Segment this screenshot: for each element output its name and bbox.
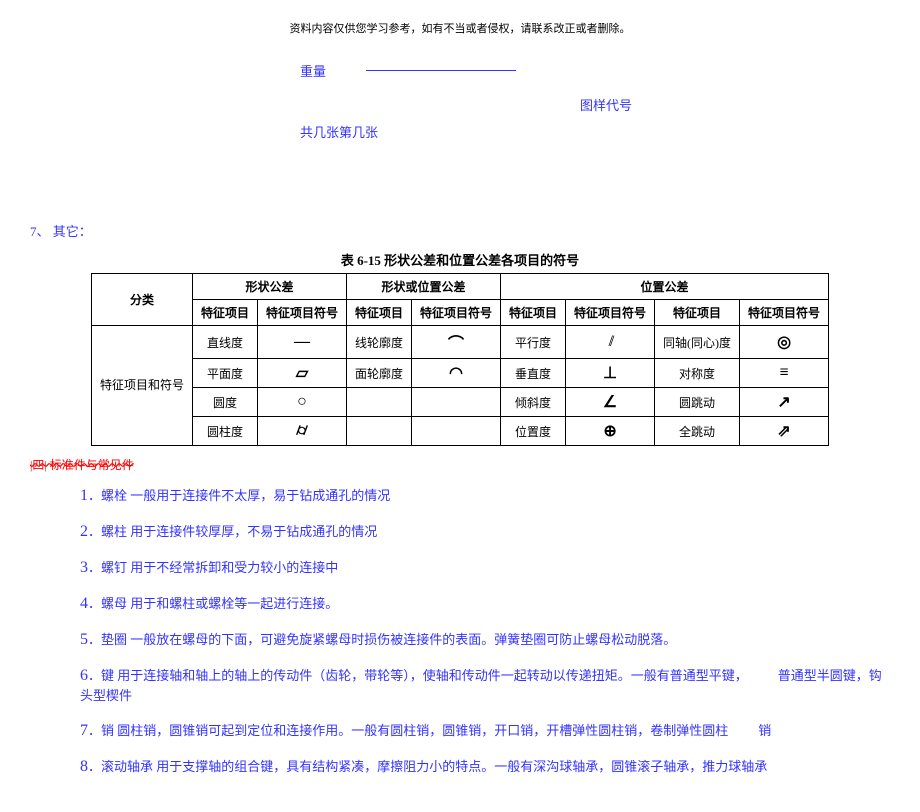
title-block: 重量 图样代号 共几张第几张 (300, 61, 890, 141)
col-item: 特征项目 (346, 300, 411, 326)
table-row: 分类 形状公差 形状或位置公差 位置公差 (91, 274, 828, 300)
cell-symbol: ⊥ (566, 359, 655, 388)
col-item: 特征项目 (192, 300, 257, 326)
list-item: 1．螺栓 一般用于连接件不太厚，易于钻成通孔的情况 (80, 485, 890, 505)
cell-symbol: ↗ (740, 388, 829, 417)
cell-symbol: ◎ (740, 326, 829, 359)
cell-symbol: ∠ (566, 388, 655, 417)
cell-item: 圆跳动 (655, 388, 740, 417)
cell-symbol: ⇗ (740, 417, 829, 446)
col-item-symbol: 特征项目符号 (412, 300, 501, 326)
standard-parts-list: 1．螺栓 一般用于连接件不太厚，易于钻成通孔的情况 2．螺柱 用于连接件较厚厚，… (80, 485, 890, 776)
cell-item: 圆柱度 (192, 417, 257, 446)
list-item: 3．螺钉 用于不经常拆卸和受力较小的连接中 (80, 557, 890, 577)
cell-item (346, 388, 411, 417)
list-item: 4．螺母 用于和螺柱或螺栓等一起进行连接。 (80, 593, 890, 613)
table-row: 平面度 ▱ 面轮廓度 ◠ 垂直度 ⊥ 对称度 ≡ (91, 359, 828, 388)
col-shape-or-position: 形状或位置公差 (346, 274, 500, 300)
cell-symbol: ⌒ (412, 326, 501, 359)
cell-item: 垂直度 (501, 359, 566, 388)
row-group-label: 特征项目和符号 (91, 326, 192, 446)
cell-item: 全跳动 (655, 417, 740, 446)
cell-symbol (412, 388, 501, 417)
col-category: 分类 (91, 274, 192, 326)
cell-item: 直线度 (192, 326, 257, 359)
cell-symbol: // (566, 326, 655, 359)
col-item-symbol: 特征项目符号 (566, 300, 655, 326)
cell-symbol: ⊕ (566, 417, 655, 446)
col-item: 特征项目 (501, 300, 566, 326)
table-row: 特征项目 特征项目符号 特征项目 特征项目符号 特征项目 特征项目符号 特征项目… (91, 300, 828, 326)
col-item-symbol: 特征项目符号 (257, 300, 346, 326)
cell-symbol: ⌭ (257, 417, 346, 446)
cell-item: 位置度 (501, 417, 566, 446)
cell-item: 面轮廓度 (346, 359, 411, 388)
cell-symbol: ≡ (740, 359, 829, 388)
cell-symbol: ▱ (257, 359, 346, 388)
list-item: 2．螺柱 用于连接件较厚厚，不易于钻成通孔的情况 (80, 521, 890, 541)
table-row: 特征项目和符号 直线度 — 线轮廓度 ⌒ 平行度 // 同轴(同心)度 ◎ (91, 326, 828, 359)
sheets-label: 共几张第几张 (300, 122, 890, 141)
cell-symbol (412, 417, 501, 446)
section-4-heading: |四| 标准件与常见件 (30, 456, 890, 473)
col-shape-tolerance: 形状公差 (192, 274, 346, 300)
weight-underline (366, 70, 516, 71)
cell-item: 对称度 (655, 359, 740, 388)
cell-item: 平面度 (192, 359, 257, 388)
cell-symbol: — (257, 326, 346, 359)
list-item: 8．滚动轴承 用于支撑轴的组合键，具有结构紧凑，摩擦阻力小的特点。一般有深沟球轴… (80, 756, 890, 776)
section-7-heading: 7、 其它： (30, 221, 890, 240)
drawing-code-label: 图样代号 (580, 95, 890, 114)
cell-item: 平行度 (501, 326, 566, 359)
tolerance-symbol-table: 分类 形状公差 形状或位置公差 位置公差 特征项目 特征项目符号 特征项目 特征… (91, 273, 829, 446)
table-row: 圆度 ○ 倾斜度 ∠ 圆跳动 ↗ (91, 388, 828, 417)
cell-item (346, 417, 411, 446)
list-item: 7．销 圆柱销，圆锥销可起到定位和连接作用。一般有圆柱销，圆锥销，开口销，开槽弹… (80, 720, 890, 740)
list-item: 6．键 用于连接轴和轴上的轴上的传动件（齿轮，带轮等），使轴和传动件一起转动以传… (80, 665, 890, 704)
weight-label: 重量 (300, 61, 326, 80)
cell-item: 同轴(同心)度 (655, 326, 740, 359)
col-item-symbol: 特征项目符号 (740, 300, 829, 326)
col-position-tolerance: 位置公差 (501, 274, 829, 300)
list-item: 5．垫圈 一般放在螺母的下面，可避免旋紧螺母时损伤被连接件的表面。弹簧垫圈可防止… (80, 629, 890, 649)
table-caption: 表 6-15 形状公差和位置公差各项目的符号 (30, 250, 890, 269)
cell-item: 圆度 (192, 388, 257, 417)
cell-symbol: ○ (257, 388, 346, 417)
header-copyright-note: 资料内容仅供您学习参考，如有不当或者侵权，请联系改正或者删除。 (30, 20, 890, 36)
table-row: 圆柱度 ⌭ 位置度 ⊕ 全跳动 ⇗ (91, 417, 828, 446)
cell-item: 倾斜度 (501, 388, 566, 417)
cell-symbol: ◠ (412, 359, 501, 388)
col-item: 特征项目 (655, 300, 740, 326)
cell-item: 线轮廓度 (346, 326, 411, 359)
